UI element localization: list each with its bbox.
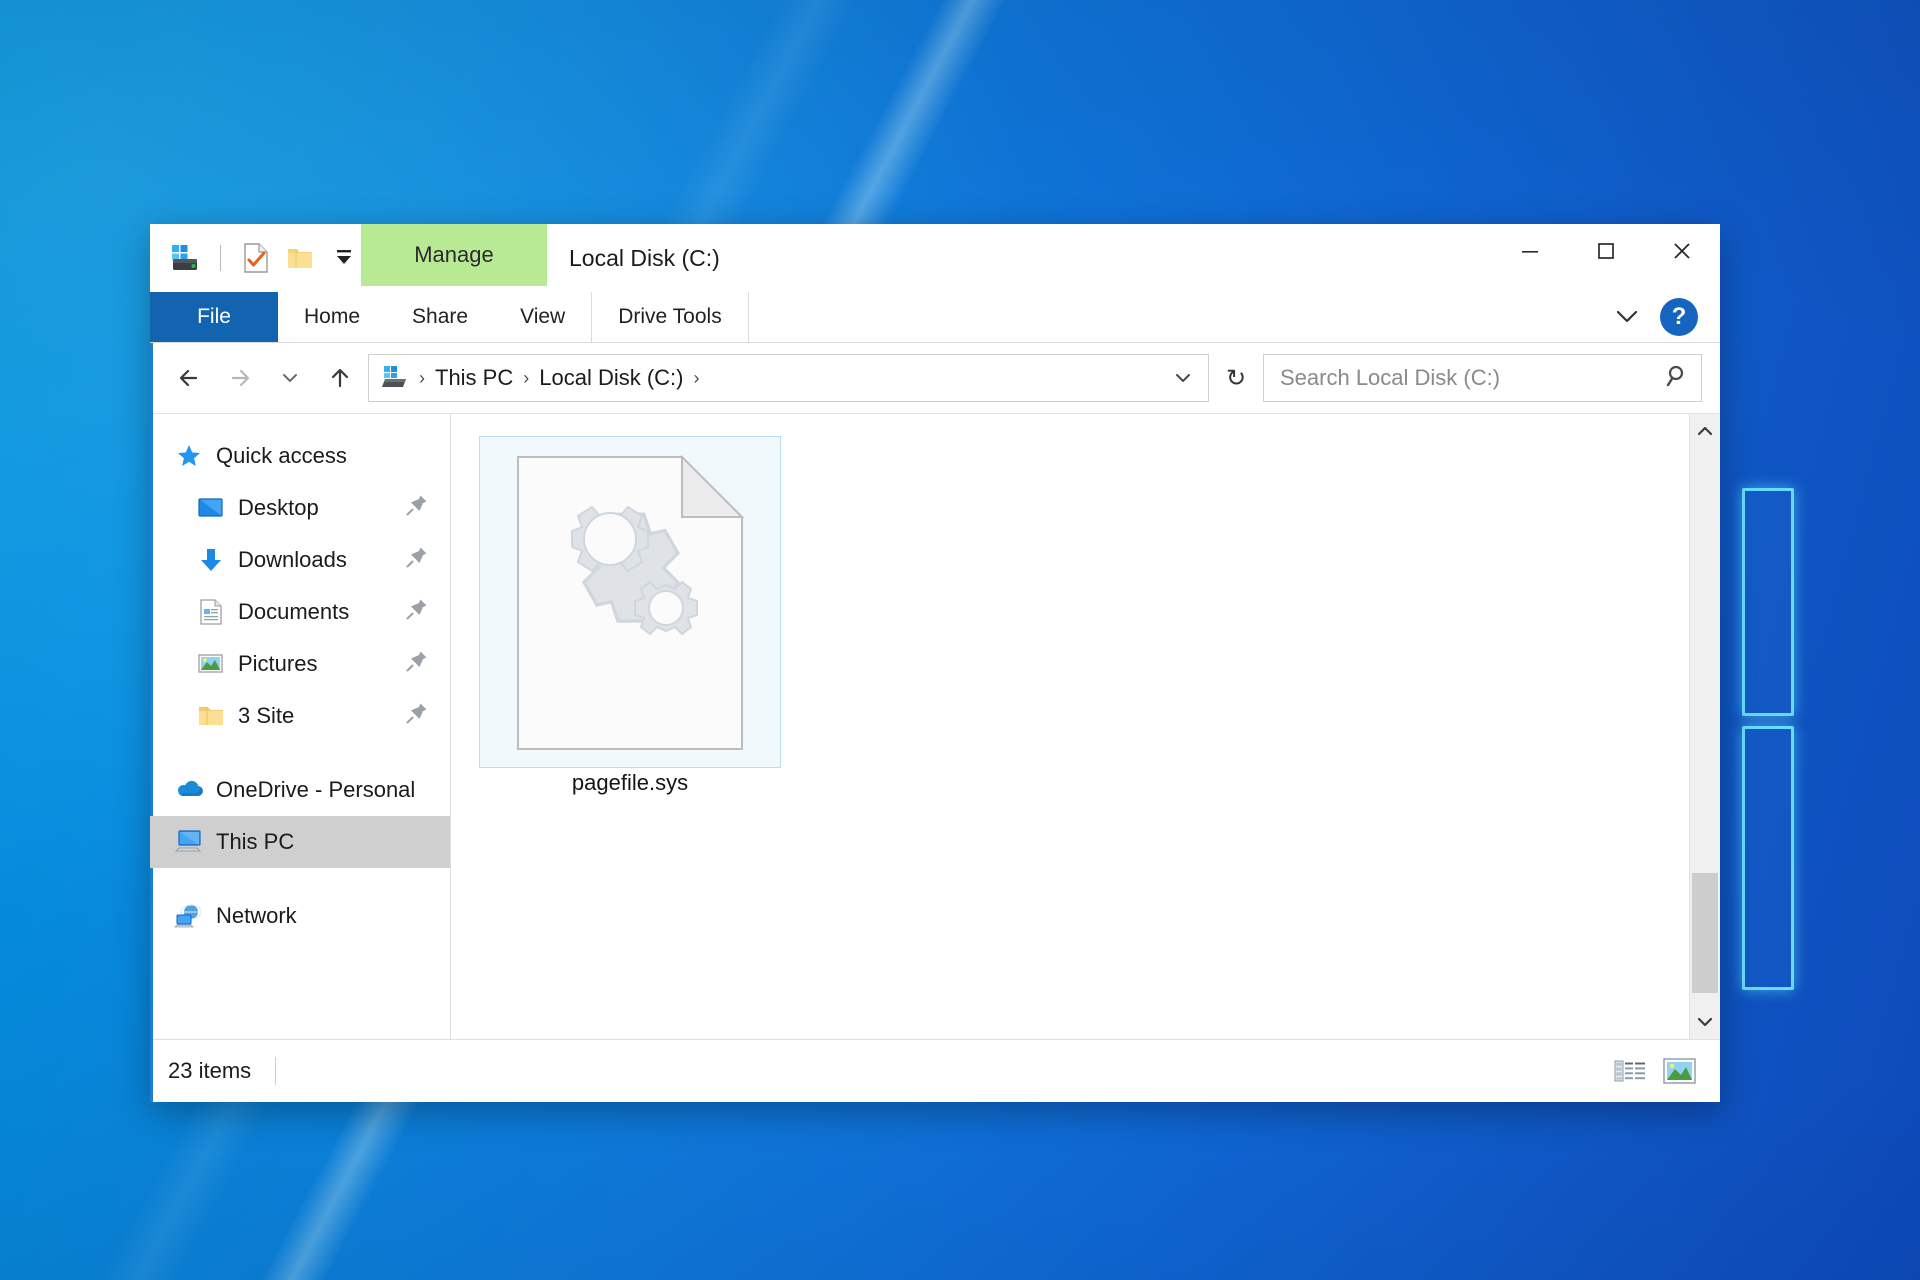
sidebar-label-pictures: Pictures — [238, 651, 318, 676]
sidebar-label-3-site: 3 Site — [238, 703, 295, 728]
star-icon — [172, 441, 206, 471]
pin-icon[interactable] — [404, 700, 430, 732]
tab-file[interactable]: File — [150, 292, 278, 342]
content-area: pagefile.sys — [451, 414, 1720, 1039]
ribbon-controls: ? — [1610, 292, 1720, 342]
tab-share[interactable]: Share — [386, 292, 494, 342]
breadcrumb[interactable]: › This PC › Local Disk (C:) › — [368, 354, 1209, 402]
this-pc-breadcrumb-icon — [379, 363, 413, 393]
breadcrumb-separator-1[interactable]: › — [519, 368, 533, 389]
file-name-label: pagefile.sys — [571, 770, 689, 795]
pin-icon[interactable] — [404, 544, 430, 576]
recent-locations-icon[interactable] — [268, 356, 312, 400]
toolbar-separator — [220, 245, 221, 271]
sidebar-label-this-pc: This PC — [216, 829, 295, 854]
tab-home[interactable]: Home — [278, 292, 386, 342]
desktop-icon — [194, 493, 228, 523]
onedrive-icon — [172, 775, 206, 805]
network-icon — [172, 901, 206, 931]
large-icons-view-icon[interactable] — [1658, 1051, 1702, 1091]
file-item-pagefile-sys[interactable]: pagefile.sys — [479, 436, 781, 795]
maximize-icon[interactable] — [1568, 224, 1644, 278]
new-folder-icon[interactable] — [283, 241, 317, 275]
scrollbar-thumb[interactable] — [1692, 873, 1718, 993]
address-bar: › This PC › Local Disk (C:) › ↻ — [150, 343, 1720, 413]
window-title: Local Disk (C:) — [569, 244, 720, 271]
sidebar-label-desktop: Desktop — [238, 495, 319, 520]
breadcrumb-this-pc[interactable]: This PC — [429, 365, 519, 391]
scrollbar-track[interactable] — [1690, 448, 1720, 1005]
pin-icon[interactable] — [404, 492, 430, 524]
quick-access-toolbar — [150, 224, 361, 292]
details-view-icon[interactable] — [1608, 1051, 1652, 1091]
navigation-pane: Quick access Desktop Downloads Documents… — [150, 414, 451, 1039]
folder-icon — [194, 701, 228, 731]
sidebar-label-onedrive: OneDrive - Personal — [216, 777, 416, 802]
up-arrow-icon[interactable] — [318, 356, 362, 400]
tab-bar-spacer — [749, 292, 1610, 342]
sidebar-item-this-pc[interactable]: This PC — [150, 816, 450, 868]
sidebar-item-network[interactable]: Network — [150, 890, 450, 942]
properties-icon[interactable] — [239, 241, 273, 275]
breadcrumb-local-disk-c[interactable]: Local Disk (C:) — [533, 365, 689, 391]
close-icon[interactable] — [1644, 224, 1720, 278]
tab-view[interactable]: View — [494, 292, 591, 342]
sidebar-item-pictures[interactable]: Pictures — [150, 638, 450, 690]
scroll-down-icon[interactable] — [1690, 1005, 1720, 1039]
sidebar-item-3-site[interactable]: 3 Site — [150, 690, 450, 742]
pin-icon[interactable] — [404, 648, 430, 680]
manage-contextual-tab[interactable]: Manage — [361, 224, 547, 286]
sidebar-label-network: Network — [216, 903, 297, 928]
window-caption-buttons — [1492, 224, 1720, 292]
file-explorer-window: Manage Local Disk (C:) File Home Share V… — [150, 224, 1720, 1102]
sidebar-group-gap-2 — [150, 868, 450, 890]
system-file-gears-icon — [514, 453, 746, 758]
search-box[interactable] — [1263, 354, 1702, 402]
wallpaper-light-bar-upper — [1742, 488, 1794, 716]
sidebar-label-quick-access: Quick access — [216, 443, 347, 468]
back-arrow-icon[interactable] — [168, 356, 212, 400]
sidebar-label-documents: Documents — [238, 599, 350, 624]
file-list[interactable]: pagefile.sys — [451, 414, 1689, 1039]
sidebar-item-quick-access[interactable]: Quick access — [150, 430, 450, 482]
tab-drive-tools[interactable]: Drive Tools — [591, 292, 749, 342]
sidebar-label-downloads: Downloads — [238, 547, 347, 572]
sidebar-item-desktop[interactable]: Desktop — [150, 482, 450, 534]
sidebar-item-downloads[interactable]: Downloads — [150, 534, 450, 586]
explorer-body: Quick access Desktop Downloads Documents… — [150, 413, 1720, 1039]
downloads-icon — [194, 545, 228, 575]
forward-arrow-icon[interactable] — [218, 356, 262, 400]
breadcrumb-separator-2[interactable]: › — [690, 368, 704, 389]
item-count-label: 23 items — [168, 1058, 252, 1083]
drive-tools-contextual-group: Manage — [361, 224, 547, 292]
search-input[interactable] — [1278, 364, 1663, 392]
drive-icon[interactable] — [168, 241, 202, 275]
sidebar-item-documents[interactable]: Documents — [150, 586, 450, 638]
sidebar-item-onedrive[interactable]: OneDrive - Personal — [150, 764, 450, 816]
pin-icon[interactable] — [404, 596, 430, 628]
breadcrumb-separator-0: › — [419, 367, 425, 388]
title-bar[interactable]: Manage Local Disk (C:) — [150, 224, 1720, 292]
status-bar: 23 items — [150, 1039, 1720, 1102]
content-vertical-scrollbar[interactable] — [1689, 414, 1720, 1039]
customize-dropdown-icon[interactable] — [327, 241, 361, 275]
ribbon-tab-bar: File Home Share View Drive Tools ? — [150, 292, 1720, 343]
this-pc-icon — [172, 827, 206, 857]
pictures-icon — [194, 649, 228, 679]
refresh-icon[interactable]: ↻ — [1215, 356, 1257, 400]
help-icon[interactable]: ? — [1660, 298, 1698, 336]
chevron-down-icon[interactable] — [1610, 300, 1644, 334]
wallpaper-light-bar-lower — [1742, 726, 1794, 990]
minimize-icon[interactable] — [1492, 224, 1568, 278]
previous-locations-icon[interactable] — [1166, 367, 1200, 389]
status-separator — [275, 1057, 277, 1085]
search-icon[interactable] — [1663, 362, 1693, 395]
scroll-up-icon[interactable] — [1690, 414, 1720, 448]
documents-icon — [194, 597, 228, 627]
